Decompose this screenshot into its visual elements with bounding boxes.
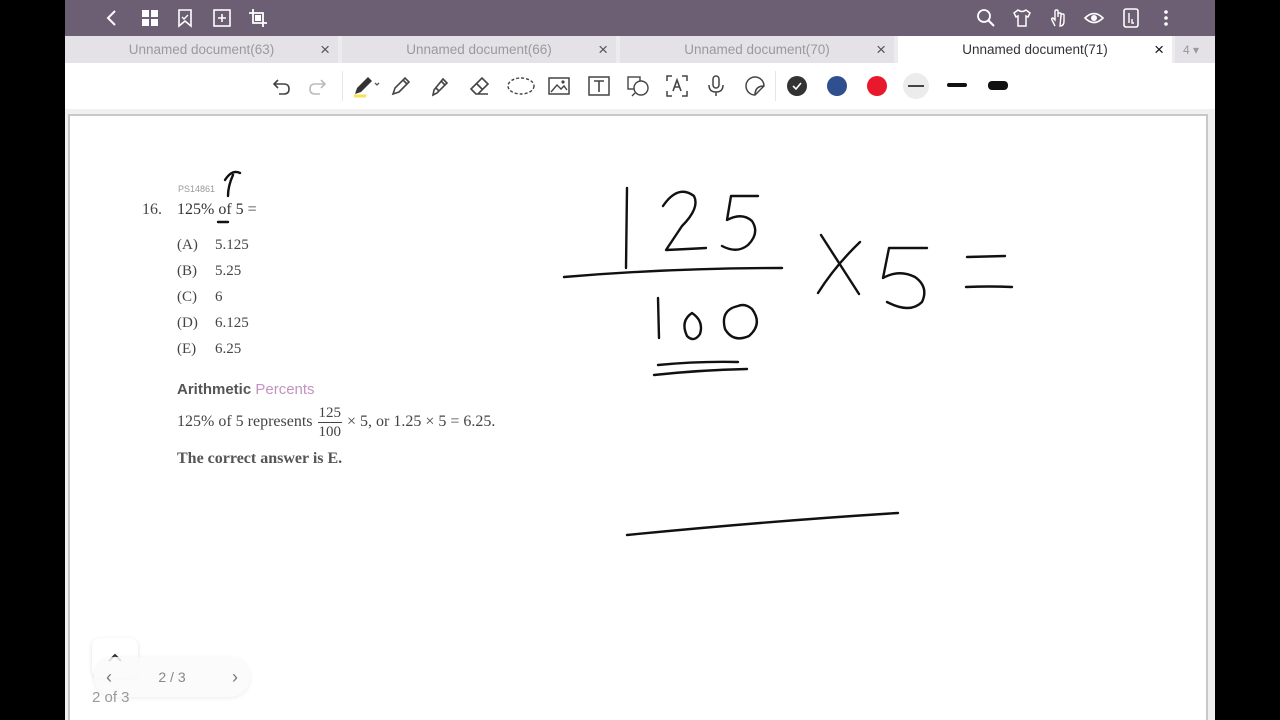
ink-two (661, 190, 708, 252)
page-indicator: 2 / 3 (158, 669, 186, 685)
ink-den-underline-2 (652, 367, 749, 377)
answer-option-c: (C) 6 (177, 289, 223, 306)
answer-option-b: (B) 5.25 (177, 263, 241, 280)
stroke-width-thick[interactable] (988, 81, 1008, 90)
fraction-denominator: 100 (318, 423, 342, 440)
theme-shirt-icon[interactable] (1010, 6, 1034, 30)
pen-tool-icon[interactable] (350, 73, 384, 99)
option-letter: (B) (177, 263, 197, 279)
fraction-numerator: 125 (317, 404, 343, 423)
option-value: 5.25 (215, 263, 242, 279)
grid-icon[interactable] (138, 6, 162, 30)
question-code: PS14861 (178, 184, 216, 194)
close-tab-icon[interactable]: × (320, 41, 330, 58)
ink-equals-bottom (964, 285, 1014, 289)
document-tabs: Unnamed document(63) × Unnamed document(… (65, 36, 1215, 63)
text-recognition-icon[interactable] (664, 73, 690, 99)
crop-icon[interactable] (246, 6, 270, 30)
answer-option-d: (D) 6.125 (177, 315, 249, 332)
eraser-tool-icon[interactable] (467, 73, 493, 99)
tab-document-70[interactable]: Unnamed document(70) × (620, 36, 894, 63)
question-number: 16. (142, 201, 162, 218)
ink-mark-near-code (223, 170, 242, 198)
solution-topic: Arithmetic (177, 381, 252, 398)
top-bar (65, 0, 1215, 36)
option-letter: (D) (177, 315, 198, 331)
reader-mode-icon[interactable] (1119, 6, 1143, 30)
ink-long-line (625, 511, 900, 537)
drawing-toolbar (65, 63, 1215, 110)
tab-document-71[interactable]: Unnamed document(71) × (898, 36, 1172, 63)
microphone-icon[interactable] (703, 73, 729, 99)
ink-five-top (720, 194, 760, 251)
undo-icon[interactable] (268, 73, 294, 99)
option-value: 6.125 (215, 315, 249, 331)
ink-fraction-bar (562, 266, 784, 279)
toolbar-divider (342, 71, 343, 101)
color-swatch-red[interactable] (867, 76, 887, 96)
document-page[interactable]: PS14861 16. 125% of 5 = (A) 5.125 (B) 5.25… (68, 114, 1208, 720)
text-box-icon[interactable] (586, 73, 612, 99)
canvas-area: PS14861 16. 125% of 5 = (A) 5.125 (B) 5.25… (65, 109, 1215, 720)
insert-image-icon[interactable] (546, 73, 572, 99)
solution-explanation: 125% of 5 represents 125 100 × 5, or 1.2… (177, 398, 495, 446)
ink-zero-2 (722, 303, 758, 340)
close-tab-icon[interactable]: × (876, 41, 886, 58)
more-options-icon[interactable] (1154, 6, 1178, 30)
ink-times-2 (816, 240, 862, 295)
solution-tag: Percents (255, 381, 315, 398)
sticker-icon[interactable] (742, 73, 768, 99)
stroke-width-medium[interactable] (947, 83, 967, 87)
option-letter: (A) (177, 237, 198, 253)
ink-times-1 (819, 233, 861, 296)
previous-page-button[interactable]: ‹ (94, 667, 124, 688)
ink-den-underline-1 (656, 360, 740, 367)
highlighter-tool-icon[interactable] (427, 73, 453, 99)
close-tab-icon[interactable]: × (1154, 41, 1164, 58)
back-icon[interactable] (100, 6, 124, 30)
redo-icon[interactable] (305, 73, 331, 99)
ink-one (624, 186, 629, 270)
ink-five-right (881, 246, 929, 310)
tab-overflow-menu[interactable]: 4 ▾ (1175, 36, 1215, 63)
ink-equals-top (965, 254, 1007, 259)
tab-label: Unnamed document(63) (128, 42, 275, 57)
answer-option-e: (E) 6.25 (177, 341, 241, 358)
note-app: Unnamed document(63) × Unnamed document(… (65, 0, 1215, 720)
bookmark-icon[interactable] (173, 6, 197, 30)
question-text: 125% of 5 = (177, 201, 257, 218)
hand-icon[interactable] (1046, 6, 1070, 30)
view-eye-icon[interactable] (1082, 6, 1106, 30)
search-icon[interactable] (974, 6, 998, 30)
option-value: 5.125 (215, 237, 249, 253)
page-count-label: 2 of 3 (92, 689, 130, 706)
solution-suffix: × 5, or 1.25 × 5 = 6.25. (347, 413, 496, 430)
lasso-select-icon[interactable] (506, 73, 536, 99)
color-swatch-black-selected[interactable] (787, 76, 807, 96)
option-letter: (C) (177, 289, 197, 305)
solution-prefix: 125% of 5 represents (177, 413, 313, 430)
close-tab-icon[interactable]: × (598, 41, 608, 58)
answer-option-a: (A) 5.125 (177, 237, 249, 254)
ink-one-den (656, 296, 661, 340)
ink-zero-1 (683, 311, 703, 341)
shape-tool-icon[interactable] (625, 73, 651, 99)
stroke-width-thin-selected[interactable] (903, 73, 929, 99)
tab-document-66[interactable]: Unnamed document(66) × (342, 36, 616, 63)
option-value: 6.25 (215, 341, 242, 357)
tab-label: Unnamed document(71) (962, 42, 1108, 57)
add-page-icon[interactable] (210, 6, 234, 30)
toolbar-divider (775, 71, 776, 101)
pencil-tool-icon[interactable] (388, 73, 414, 99)
solution-heading: Arithmetic Percents (177, 381, 315, 398)
tab-document-63[interactable]: Unnamed document(63) × (65, 36, 338, 63)
color-swatch-blue[interactable] (827, 76, 847, 96)
option-value: 6 (215, 289, 223, 305)
tab-label: Unnamed document(70) (684, 42, 830, 57)
next-page-button[interactable]: › (220, 667, 250, 688)
correct-answer: The correct answer is E. (177, 450, 343, 467)
solution-fraction: 125 100 (317, 404, 343, 441)
tab-label: Unnamed document(66) (406, 42, 552, 57)
option-letter: (E) (177, 341, 197, 357)
